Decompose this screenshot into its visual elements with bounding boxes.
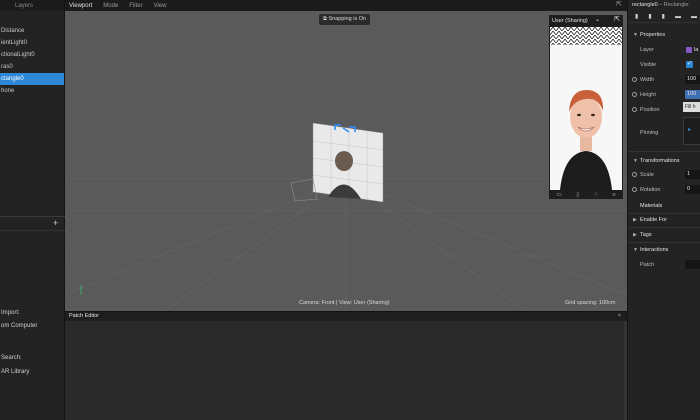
scene-item-canvas[interactable]: ras0	[0, 61, 64, 73]
divider	[628, 213, 700, 214]
scene-item-directional-light[interactable]: ctionalLight0	[0, 49, 64, 61]
chevron-right-icon: ▶	[633, 217, 637, 223]
close-icon[interactable]: ×	[618, 312, 621, 321]
prop-rotation: Rotation 0	[628, 185, 700, 195]
prop-layer: Layer la	[640, 45, 699, 55]
tab-layers[interactable]: Layers	[15, 3, 33, 9]
patch-canvas[interactable]	[65, 321, 627, 420]
section-enable-for[interactable]: ▶ Enable For	[628, 215, 700, 225]
device-rotate-icon[interactable]: ▯	[576, 192, 579, 198]
prop-patch: Patch	[628, 260, 700, 270]
grid-spacing-info: Grid spacing: 100cm	[565, 300, 616, 306]
inspector-panel: rectangle0 – Rectangle ▮ ▮ ▮ ▬ ▬ ▼ Proper…	[627, 0, 700, 420]
keyframe-icon[interactable]	[632, 187, 637, 192]
prop-width: Width 100	[628, 75, 700, 85]
prop-pinning: Pinning	[640, 130, 659, 136]
simulator-screen[interactable]	[550, 27, 622, 190]
search-label: Search:	[1, 355, 22, 361]
device-select[interactable]: User (Sharing)	[552, 18, 588, 24]
simulator-panel: User (Sharing) ⌄ ⇱ ▭ ▯ ☝ ≡	[549, 15, 623, 199]
menu-view[interactable]: View	[154, 3, 167, 9]
scene-item-distance[interactable]: Distance	[0, 25, 64, 37]
patch-editor: Patch Editor ×	[65, 311, 627, 420]
alignment-toolbar: ▮ ▮ ▮ ▬ ▬	[628, 11, 700, 23]
scene-panel-tabs: Layers	[0, 0, 64, 11]
divider	[0, 216, 65, 217]
keyframe-icon[interactable]	[632, 172, 637, 177]
add-asset-button[interactable]: +	[53, 218, 58, 228]
height-input[interactable]: 100	[685, 90, 700, 99]
chevron-right-icon: ▶	[633, 232, 637, 238]
chevron-down-icon: ▼	[633, 32, 638, 38]
scene-grid	[65, 122, 627, 311]
import-from-computer-button[interactable]: om Computer	[1, 323, 37, 329]
divider	[628, 151, 700, 152]
prop-position: Position	[628, 105, 678, 115]
align-right-icon[interactable]: ▮	[662, 13, 665, 20]
keyframe-icon[interactable]	[632, 107, 637, 112]
align-middle-icon[interactable]: ▬	[691, 14, 697, 20]
menu-icon[interactable]: ≡	[612, 192, 615, 198]
layer-select[interactable]: la	[694, 45, 698, 55]
chevron-down-icon: ▼	[633, 158, 638, 164]
align-left-icon[interactable]: ▮	[635, 13, 638, 20]
keyframe-icon[interactable]	[632, 77, 637, 82]
rotation-input[interactable]: 0	[685, 185, 700, 194]
pin-left-icon[interactable]: ▸	[688, 126, 691, 133]
divider	[628, 227, 700, 228]
open-external-icon[interactable]: ⇱	[614, 15, 620, 23]
expand-icon[interactable]: ⇱	[616, 0, 622, 8]
camera-preview	[550, 27, 622, 190]
section-interactions[interactable]: ▼ Interactions	[628, 245, 700, 255]
snapping-toggle[interactable]: ⧉ Snapping is On	[319, 14, 371, 25]
prop-visible: Visible ✓	[640, 61, 693, 68]
scene-item-rectangle[interactable]: ctangle0	[0, 73, 64, 85]
scale-input[interactable]: 1	[685, 170, 700, 179]
patch-editor-title: Patch Editor	[69, 313, 99, 319]
keyframe-icon[interactable]	[632, 92, 637, 97]
scene-panel: Layers Distance ientLight0 ctionalLight0…	[0, 0, 65, 420]
menu-mode[interactable]: Mode	[103, 3, 118, 9]
patch-input[interactable]	[685, 260, 700, 269]
menu-viewport[interactable]: Viewport	[69, 3, 92, 9]
ar-library-button[interactable]: AR Library	[1, 369, 29, 375]
camera-info: Camera: Front | View: User (Sharing)	[299, 300, 390, 306]
viewport[interactable]: ⧉ Snapping is On User (Sharing) ⌄ ⇱ ▭ ▯ …	[65, 11, 627, 311]
section-materials[interactable]: Materials	[628, 201, 700, 211]
simulator-toolbar: ▭ ▯ ☝ ≡	[549, 191, 623, 199]
prop-scale: Scale 1	[628, 170, 700, 180]
import-label: Import:	[1, 310, 20, 316]
width-input[interactable]: 100	[685, 75, 700, 84]
align-top-icon[interactable]: ▬	[675, 14, 681, 20]
section-transformations[interactable]: ▼ Transformations	[628, 156, 700, 166]
camera-icon[interactable]: ▭	[556, 192, 561, 198]
chevron-down-icon: ▼	[633, 247, 638, 253]
scene-item-phone[interactable]: hone	[0, 85, 64, 97]
inspector-title: rectangle0 – Rectangle	[632, 2, 689, 8]
layer-color-swatch[interactable]	[686, 47, 692, 53]
scene-item-ambient-light[interactable]: ientLight0	[0, 37, 64, 49]
fill-tooltip: Fill h	[683, 102, 700, 112]
section-properties[interactable]: ▼ Properties	[628, 30, 700, 40]
chevron-down-icon[interactable]: ⌄	[595, 16, 600, 23]
divider	[0, 230, 65, 231]
menu-filter[interactable]: Filter	[129, 3, 142, 9]
pinning-widget[interactable]: ▸	[683, 117, 700, 145]
section-tags[interactable]: ▶ Tags	[628, 230, 700, 240]
viewport-menu-bar: Viewport Mode Filter View ⇱	[65, 0, 627, 11]
prop-height: Height 100	[628, 90, 700, 100]
touch-icon[interactable]: ☝	[594, 192, 597, 198]
align-center-icon[interactable]: ▮	[648, 13, 651, 20]
divider	[628, 242, 700, 243]
visible-checkbox[interactable]: ✓	[686, 61, 693, 68]
